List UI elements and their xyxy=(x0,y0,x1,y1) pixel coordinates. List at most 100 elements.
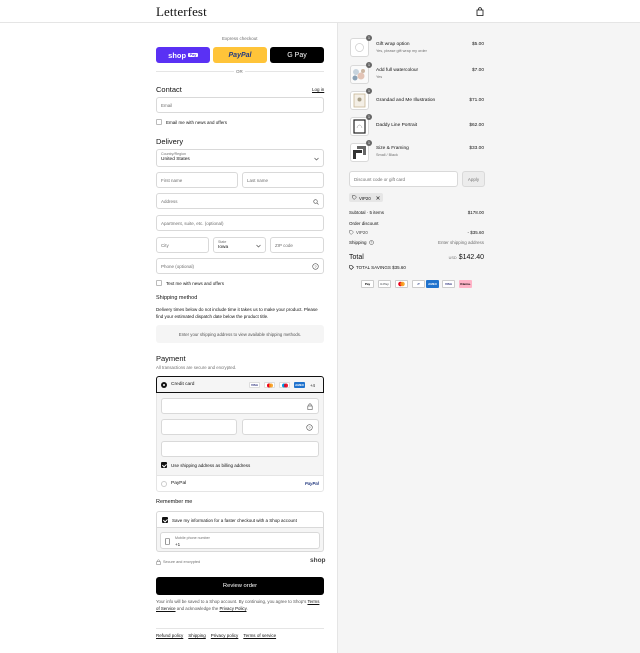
shipping-method-heading: Shipping method xyxy=(156,295,198,301)
review-order-button[interactable]: Review order xyxy=(156,577,324,595)
total-savings-label: TOTAL SAVINGS xyxy=(356,265,391,270)
zip-field[interactable]: ZIP code xyxy=(270,237,324,253)
quantity-badge: 1 xyxy=(366,35,372,41)
save-info-checkbox[interactable] xyxy=(162,517,168,523)
phone-field[interactable]: Phone (optional) ? xyxy=(156,258,324,274)
country-select[interactable]: Country/Region United States xyxy=(156,149,324,167)
tag-icon xyxy=(352,195,357,200)
credit-card-option[interactable]: Credit card VISA AMEX +4 xyxy=(156,376,324,393)
header: Letterfest xyxy=(0,0,640,23)
help-icon[interactable]: ? xyxy=(312,263,319,270)
visa-logo: VISA xyxy=(249,382,260,388)
svg-text:?: ? xyxy=(314,264,317,269)
first-name-field[interactable]: First name xyxy=(156,172,238,188)
country-label: Country/Region xyxy=(161,152,186,156)
applied-discount-code: VIP20 xyxy=(359,195,371,201)
more-cards-label: +4 xyxy=(310,382,315,388)
total-amount: USD $142.40 xyxy=(449,254,484,261)
expiry-field[interactable] xyxy=(161,419,237,435)
amex-badge: AMEX xyxy=(426,280,439,288)
billing-address-label: Use shipping address as billing address xyxy=(171,463,251,468)
total-label: Total xyxy=(349,254,364,261)
shipping-policy-link[interactable]: Shipping xyxy=(188,633,206,638)
item-thumbnail-framing xyxy=(350,143,369,162)
remember-me-heading: Remember me xyxy=(156,499,193,505)
email-placeholder: Email xyxy=(161,103,173,108)
google-pay-button[interactable]: G Pay xyxy=(270,47,324,63)
help-icon[interactable]: ? xyxy=(369,240,374,245)
brand-logo[interactable]: Letterfest xyxy=(156,4,207,20)
chevron-down-icon xyxy=(256,244,261,248)
email-news-checkbox[interactable] xyxy=(156,119,162,125)
last-name-field[interactable]: Last name xyxy=(242,172,324,188)
payment-subtitle: All transactions are secure and encrypte… xyxy=(156,365,237,370)
shop-pay-pay-tag: Pay xyxy=(188,53,198,57)
discount-code-field[interactable]: Discount code or gift card xyxy=(349,171,458,187)
item-variant: Small / Black xyxy=(376,153,398,157)
terms-of-service-link[interactable]: Terms of service xyxy=(243,633,276,638)
framed-print-icon xyxy=(353,119,366,134)
item-price: $71.00 xyxy=(469,98,484,103)
contact-heading: Contact xyxy=(156,85,182,94)
address-field[interactable]: Address xyxy=(156,193,324,209)
mastercard-icon xyxy=(266,383,273,387)
state-select[interactable]: State Iowa xyxy=(213,237,266,253)
email-field[interactable]: Email xyxy=(156,97,324,113)
delivery-heading: Delivery xyxy=(156,137,184,146)
billing-address-checkbox[interactable] xyxy=(161,462,167,468)
mobile-phone-label: Mobile phone number xyxy=(175,535,210,540)
secure-encrypted-label: Secure and encrypted xyxy=(163,560,201,564)
item-price: $33.00 xyxy=(469,146,484,151)
item-thumbnail-gift-wrap xyxy=(350,38,369,57)
shop-pay-button[interactable]: shop Pay xyxy=(156,47,210,63)
card-number-field[interactable] xyxy=(161,398,319,414)
legal-mid: and acknowledge the xyxy=(176,606,219,611)
maestro-logo xyxy=(279,382,290,388)
save-info-row[interactable]: Save my information for a faster checkou… xyxy=(156,511,324,528)
mobile-phone-field[interactable]: Mobile phone number +1 xyxy=(160,532,320,549)
state-label: State xyxy=(218,240,227,244)
privacy-link[interactable]: Privacy Policy xyxy=(220,606,247,611)
zip-placeholder: ZIP code xyxy=(275,243,293,248)
city-field[interactable]: City xyxy=(156,237,209,253)
login-link[interactable]: Log in xyxy=(312,87,324,92)
close-icon[interactable] xyxy=(376,195,380,200)
help-icon[interactable]: ? xyxy=(306,424,313,431)
shop-logo: shop xyxy=(310,557,326,564)
visa-badge: VISA xyxy=(442,280,455,288)
shopping-bag-icon[interactable] xyxy=(476,7,484,16)
first-name-placeholder: First name xyxy=(161,178,183,183)
gift-wrap-image-icon xyxy=(355,43,364,52)
quantity-badge: 1 xyxy=(366,62,372,68)
apartment-field[interactable]: Apartment, suite, etc. (optional) xyxy=(156,215,324,231)
paypal-option[interactable]: PayPal PayPal xyxy=(156,475,324,492)
paypal-express-button[interactable]: PayPal xyxy=(213,47,267,63)
item-thumbnail-watercolour xyxy=(350,65,369,84)
mastercard-badge xyxy=(395,280,408,288)
quantity-badge: 1 xyxy=(366,114,372,120)
refund-policy-link[interactable]: Refund policy xyxy=(156,633,183,638)
text-news-label: Text me with news and offers xyxy=(166,281,224,286)
item-thumbnail-grandad xyxy=(350,91,369,110)
email-news-label: Email me with news and offers xyxy=(166,120,227,125)
text-news-checkbox[interactable] xyxy=(156,280,162,286)
apply-discount-button[interactable]: Apply xyxy=(462,171,485,187)
privacy-policy-link[interactable]: Privacy policy xyxy=(211,633,239,638)
security-code-field[interactable]: ? xyxy=(242,419,319,435)
discount-code-placeholder: Discount code or gift card xyxy=(354,177,406,182)
mastercard-icon xyxy=(398,281,405,287)
framed-print-icon xyxy=(353,93,366,108)
name-on-card-field[interactable] xyxy=(161,441,319,457)
paypal-radio[interactable] xyxy=(161,480,167,487)
credit-card-radio[interactable] xyxy=(161,381,167,388)
svg-text:?: ? xyxy=(308,425,311,430)
legal-prefix: Your info will be saved to a Shop accoun… xyxy=(156,599,307,604)
phone-placeholder: Phone (optional) xyxy=(161,264,195,269)
apartment-placeholder: Apartment, suite, etc. (optional) xyxy=(161,221,224,226)
express-checkout-label: Express checkout xyxy=(222,36,258,41)
save-info-label: Save my information for a faster checkou… xyxy=(172,517,297,523)
item-price: $62.00 xyxy=(469,123,484,128)
shipping-placeholder-box: Enter your shipping address to view avai… xyxy=(156,325,324,343)
lock-icon xyxy=(156,559,161,565)
shipping-label: Shipping xyxy=(349,240,367,245)
